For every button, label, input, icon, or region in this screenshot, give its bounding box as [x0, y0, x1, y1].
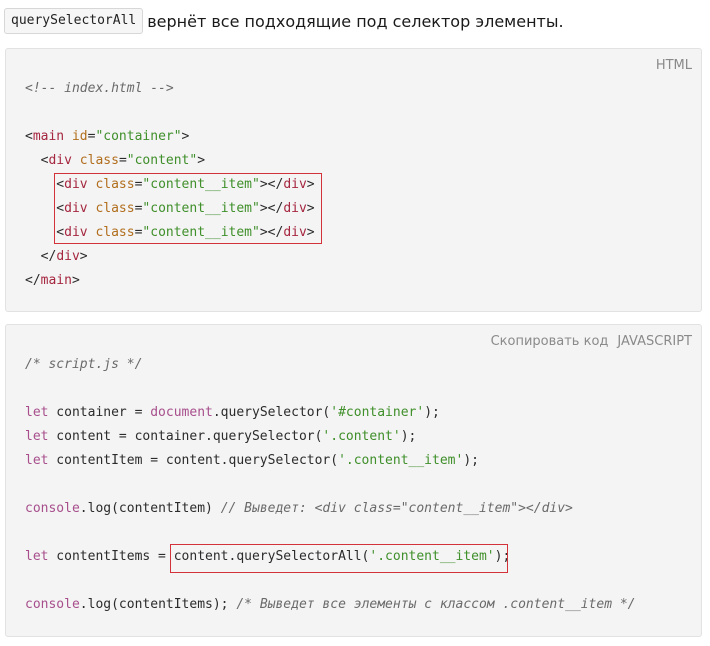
copy-code-button[interactable]: Скопировать код: [491, 334, 609, 349]
code-token-plain: >: [79, 249, 88, 264]
code-listing[interactable]: /* script.js */ let container = document…: [25, 353, 636, 617]
code-line: <div class="content__item"></div>: [25, 197, 315, 221]
code-token-plain: >: [306, 177, 315, 192]
code-token-plain: =: [118, 153, 127, 168]
code-token-plain: >: [181, 129, 190, 144]
code-line: <!-- index.html -->: [25, 77, 315, 101]
code-token-plain: >: [306, 201, 315, 216]
code-token-plain: >: [306, 225, 315, 240]
code-token-plain: <: [25, 201, 65, 216]
code-token-tag: div: [283, 177, 307, 192]
code-token-plain: ></: [259, 177, 284, 192]
code-token-plain: );: [400, 429, 417, 444]
code-token-plain: .querySelector(: [212, 405, 331, 420]
code-listing[interactable]: <!-- index.html --> <main id="container"…: [25, 77, 315, 293]
code-token-tag: div: [283, 225, 307, 240]
code-token-plain: </: [25, 273, 41, 288]
intro-text: вернёт все подходящие под селектор элеме…: [147, 11, 564, 31]
code-token-str: "content": [126, 153, 198, 168]
code-token-plain: .log(contentItem): [79, 501, 221, 516]
code-token-str: '.content': [322, 429, 401, 444]
code-token-kw: let: [25, 429, 49, 444]
intro-paragraph: querySelectorAll вернёт все подходящие п…: [4, 7, 564, 35]
code-token-attr: class: [95, 201, 135, 216]
language-label: HTML: [655, 58, 692, 73]
code-token-str: "container": [95, 129, 182, 144]
code-block-header: HTML: [656, 58, 692, 73]
code-line: console.log(contentItem) // Выведет: <di…: [25, 497, 636, 521]
language-label: JAVASCRIPT: [617, 334, 692, 349]
code-token-tag: div: [64, 177, 88, 192]
code-token-str: "content__item": [142, 225, 260, 240]
code-token-tag: div: [56, 249, 80, 264]
code-token-attr: class: [95, 177, 135, 192]
code-token-attr: class: [95, 225, 135, 240]
code-line: /* script.js */: [25, 353, 636, 377]
code-token-str: '.content__item': [369, 549, 495, 564]
code-token-plain: container =: [48, 405, 151, 420]
code-token-kw: console: [25, 597, 80, 612]
code-token-tag: div: [64, 225, 88, 240]
code-token-tag: div: [64, 201, 88, 216]
code-line: <div class="content__item"></div>: [25, 221, 315, 245]
code-line: <div class="content">: [25, 149, 315, 173]
code-token-plain: <: [25, 129, 33, 144]
code-line: </div>: [25, 245, 315, 269]
code-token-plain: );: [424, 405, 440, 420]
code-token-comment: /* Выведет все элементы с классом .conte…: [236, 597, 636, 612]
code-token-tag: main: [40, 273, 72, 288]
code-token-plain: contentItems = content.querySelectorAll(: [48, 549, 370, 564]
code-line: </main>: [25, 269, 315, 293]
code-token-comment: /* script.js */: [25, 357, 143, 372]
code-token-comment: <!-- index.html -->: [25, 81, 174, 96]
code-token-kw: let: [25, 549, 49, 564]
code-token-tag: div: [48, 153, 72, 168]
code-token-kw: console: [25, 501, 80, 516]
code-token-str: "content__item": [142, 201, 260, 216]
code-token-plain: content = container.querySelector(: [48, 429, 323, 444]
code-token-plain: >: [197, 153, 206, 168]
code-line: console.log(contentItems); /* Выведет вс…: [25, 593, 636, 617]
code-token-plain: <: [25, 225, 65, 240]
code-line: let content = container.querySelector('.…: [25, 425, 636, 449]
code-token-plain: ></: [259, 201, 284, 216]
code-token-plain: >: [71, 273, 80, 288]
code-token-tag: div: [283, 201, 307, 216]
html-code-block: HTML <!-- index.html --> <main id="conta…: [5, 48, 702, 312]
code-token-plain: <: [25, 177, 65, 192]
code-token-comment: // Выведет: <div class="content__item"><…: [220, 501, 573, 516]
code-token-kw: document: [150, 405, 213, 420]
code-token-plain: );: [463, 453, 479, 468]
code-token-plain: <: [25, 153, 49, 168]
code-line: let container = document.querySelector('…: [25, 401, 636, 425]
code-line: let contentItems = content.querySelector…: [25, 545, 636, 569]
code-token-attr: class: [79, 153, 119, 168]
code-token-plain: .log(contentItems);: [79, 597, 237, 612]
code-token-plain: </: [25, 249, 57, 264]
code-token-str: '#container': [330, 405, 425, 420]
code-line: <main id="container">: [25, 125, 315, 149]
code-token-tag: main: [32, 129, 65, 144]
code-block-header: Скопировать код JAVASCRIPT: [491, 334, 692, 349]
js-code-block: Скопировать код JAVASCRIPT /* script.js …: [5, 324, 702, 637]
code-line: let contentItem = content.querySelector(…: [25, 449, 636, 473]
code-token-plain: );: [494, 549, 511, 564]
code-token-plain: contentItem = content.querySelector(: [48, 453, 339, 468]
code-token-str: '.content__item': [338, 453, 464, 468]
code-token-kw: let: [25, 405, 49, 420]
code-token-kw: let: [25, 453, 49, 468]
inline-code-queryselectorall: querySelectorAll: [4, 8, 144, 34]
code-token-plain: ></: [259, 225, 284, 240]
code-token-str: "content__item": [142, 177, 260, 192]
code-token-attr: id: [71, 129, 88, 144]
code-line: <div class="content__item"></div>: [25, 173, 315, 197]
